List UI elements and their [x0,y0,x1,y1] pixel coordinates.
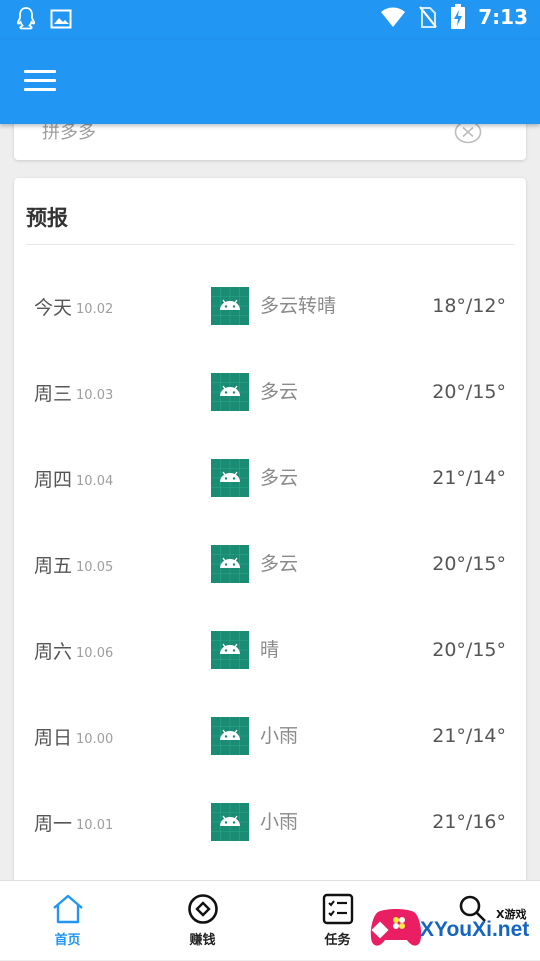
day-date: 10.05 [76,559,114,575]
temperature-range: 20°/15° [432,639,506,661]
forecast-row[interactable]: 今天 10.02 多云转晴 18°/12° [14,263,526,349]
forecast-row[interactable]: 周一 10.01 小雨 21°/16° [14,779,526,865]
day-name: 周四 [34,468,73,491]
wifi-icon [381,7,406,27]
android-weather-icon [211,717,249,755]
image-notification-icon [50,9,72,29]
android-weather-icon [211,373,249,411]
divider [26,244,514,245]
day-date: 10.00 [76,731,114,747]
weather-text: 小雨 [260,725,299,747]
nav-label: 首页 [54,933,81,948]
day-name: 周日 [34,726,73,749]
watermark-main-text: XYouXi.net [420,918,530,941]
nav-label: 赚钱 [189,933,216,948]
menu-icon [24,70,56,73]
weather-text: 多云 [260,381,299,403]
home-icon [52,894,83,924]
weather-text: 多云转晴 [260,295,337,317]
weather-text: 多云 [260,467,299,489]
forecast-row[interactable]: 周四 10.04 多云 21°/14° [14,435,526,521]
forecast-title: 预报 [26,206,68,230]
status-bar: 7:13 [0,0,540,40]
android-weather-icon [211,631,249,669]
no-sim-icon [419,6,438,28]
forecast-row[interactable]: 周五 10.05 多云 20°/15° [14,521,526,607]
day-name: 今天 [34,296,73,319]
temperature-range: 20°/15° [432,553,506,575]
weather-text: 晴 [260,639,280,661]
android-weather-icon [211,803,249,841]
forecast-row[interactable]: 周日 10.00 小雨 21°/14° [14,693,526,779]
day-date: 10.01 [76,817,114,833]
battery-charging-icon [451,4,466,29]
watermark: X游戏 XYouXi.net [368,900,540,960]
menu-button[interactable] [24,70,56,96]
nav-home[interactable]: 首页 [0,881,135,961]
weather-text: 多云 [260,553,299,575]
temperature-range: 21°/16° [432,811,506,833]
day-date: 10.02 [76,301,114,317]
app-bar [0,40,540,124]
temperature-range: 21°/14° [432,725,506,747]
day-name: 周一 [34,812,73,835]
forecast-card: 预报 今天 10.02 多云转晴 18°/12° 周三 10.03 多云 20°/1… [14,178,526,898]
day-name: 周三 [34,382,73,405]
checklist-icon [322,893,353,925]
android-weather-icon [211,287,249,325]
day-name: 周五 [34,554,73,577]
day-date: 10.04 [76,473,114,489]
day-date: 10.06 [76,645,114,661]
status-time: 7:13 [478,5,528,29]
qq-notification-icon [16,7,36,30]
nav-earn[interactable]: 赚钱 [135,881,270,961]
temperature-range: 20°/15° [432,381,506,403]
forecast-row[interactable]: 周六 10.06 晴 20°/15° [14,607,526,693]
android-weather-icon [211,459,249,497]
android-weather-icon [211,545,249,583]
target-icon [187,894,218,924]
day-date: 10.03 [76,387,114,403]
weather-text: 小雨 [260,811,299,833]
temperature-range: 21°/14° [432,467,506,489]
gamepad-logo-icon [370,909,422,946]
forecast-row[interactable]: 周三 10.03 多云 20°/15° [14,349,526,435]
day-name: 周六 [34,640,73,663]
temperature-range: 18°/12° [432,295,506,317]
